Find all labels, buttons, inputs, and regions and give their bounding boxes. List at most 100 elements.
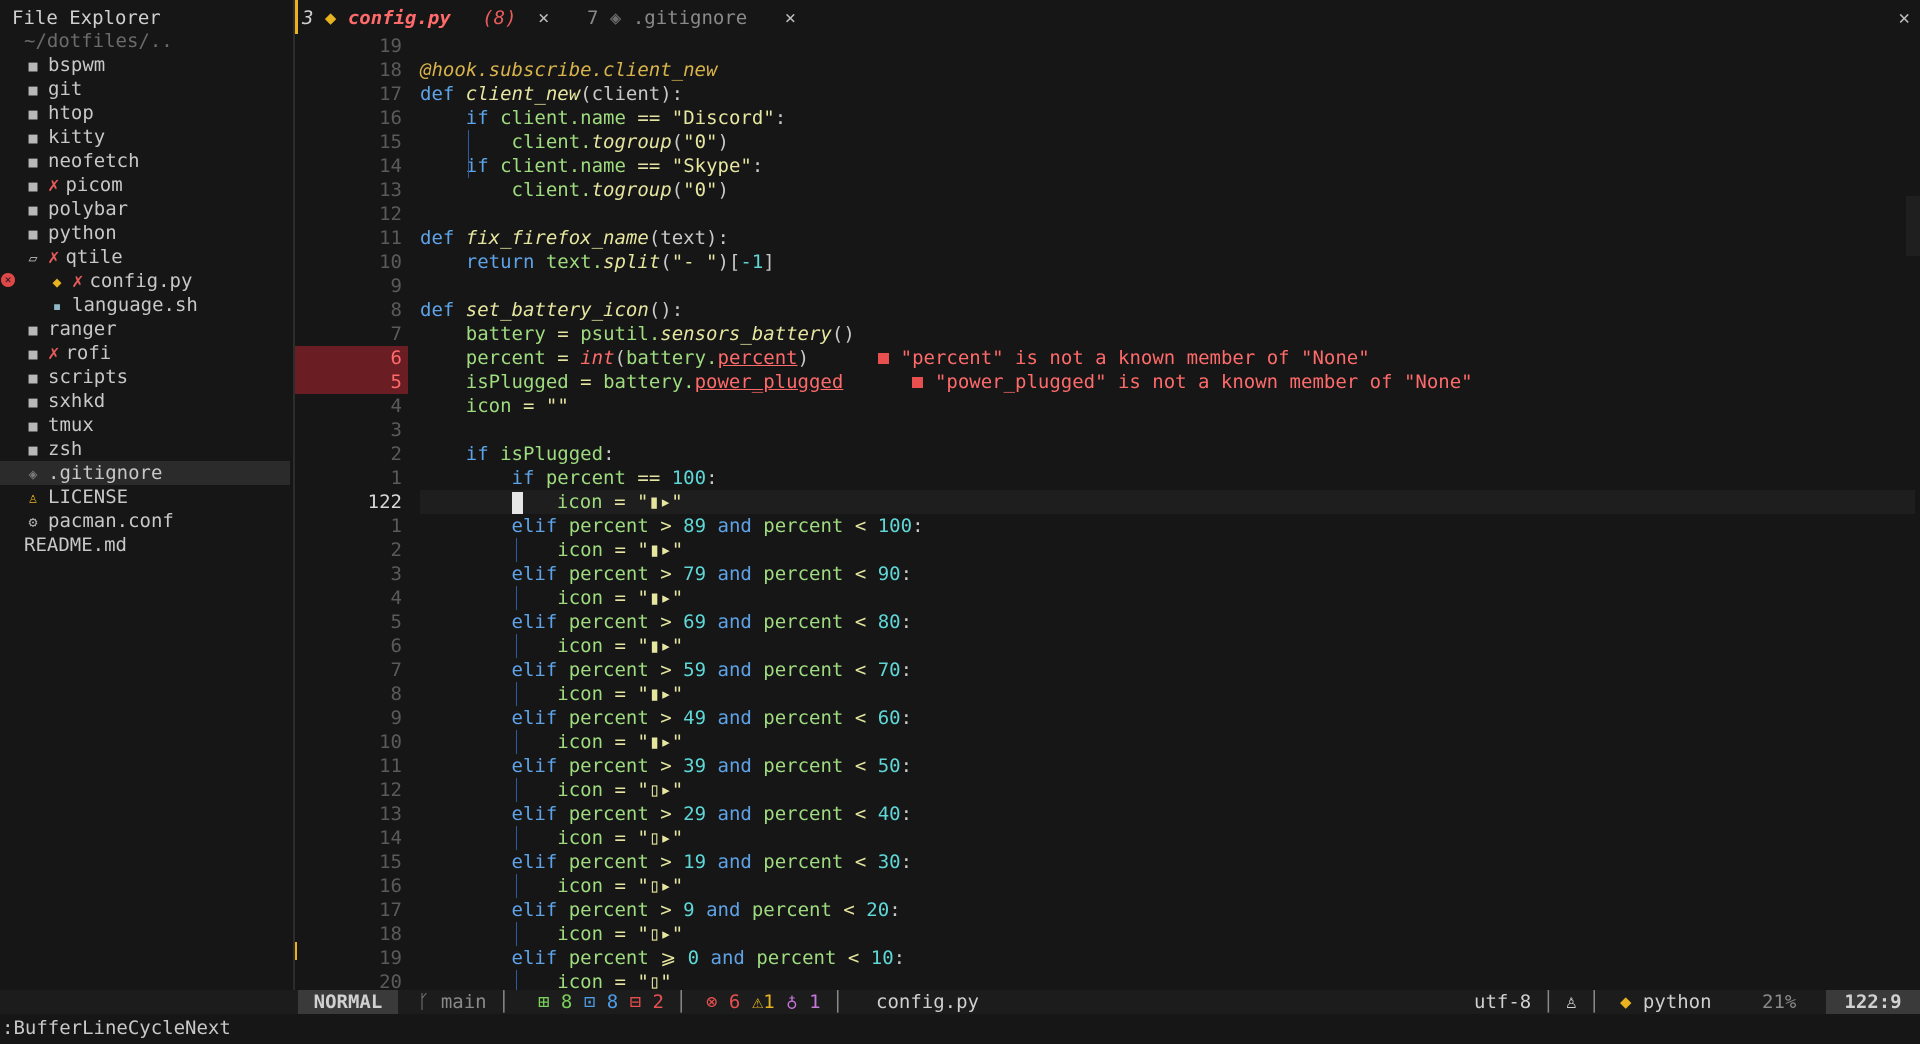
tree-item-zsh[interactable]: ■ zsh: [0, 437, 290, 461]
tree-item-config-py[interactable]: ✕ ◆ ✗ config.py: [0, 269, 290, 293]
code-line: def set_battery_icon():: [420, 299, 684, 321]
tree-item-license[interactable]: ♙ LICENSE: [0, 485, 290, 509]
close-icon[interactable]: ×: [538, 7, 549, 29]
code-line: icon = "▮▸": [557, 635, 684, 657]
scrollbar-thumb[interactable]: [1906, 196, 1920, 256]
code-line: client.togroup("0"): [511, 179, 729, 201]
code-editor[interactable]: 19 18 17 16 15 14 13 12 11 10 9 8 7 6 5 …: [295, 34, 1920, 993]
code-line-error: percent = int(battery.percent) "percent"…: [465, 347, 1370, 369]
git-branch: ᚴ main │: [418, 991, 510, 1013]
line-number: 19: [379, 35, 402, 57]
command-line[interactable]: :BufferLineCycleNext: [0, 1014, 1920, 1044]
tree-item-qtile[interactable]: ▱ ✗ qtile: [0, 245, 290, 269]
folder-open-icon: ▱: [28, 249, 38, 267]
tab-config-py[interactable]: 3 ◆ config.py (8) ×: [295, 0, 549, 34]
line-number: 7: [390, 323, 402, 345]
git-icon: ◈: [609, 7, 622, 29]
file-encoding: utf-8 │ ♙ │: [1474, 991, 1600, 1013]
line-number: 12: [379, 779, 402, 801]
tree-item-pacman-conf[interactable]: ⚙ pacman.conf: [0, 509, 290, 533]
tab-gitignore[interactable]: 7 ◈ .gitignore ×: [587, 0, 796, 34]
python-icon: ◆: [52, 273, 62, 291]
tree-item-picom[interactable]: ■ ✗ picom: [0, 173, 290, 197]
status-filename: config.py: [876, 991, 979, 1013]
folder-icon: ■: [28, 225, 38, 243]
hint-icon: ♁: [786, 991, 798, 1013]
code-line: icon = "": [465, 395, 569, 417]
tree-item-gitignore[interactable]: ◈ .gitignore: [0, 461, 290, 485]
git-removed-icon: ⊟: [629, 991, 642, 1013]
line-number: 2: [390, 539, 402, 561]
line-number: 10: [379, 251, 402, 273]
folder-icon: ■: [28, 321, 38, 339]
indent-guide: [516, 538, 517, 562]
close-icon[interactable]: ×: [785, 7, 796, 29]
code-line: elif percent > 49 and percent < 60:: [511, 707, 913, 729]
indent-guide: [516, 730, 517, 754]
editor-window: File Explorer ~/dotfiles/.. ■ bspwm ■ git …: [0, 0, 1920, 1044]
tree-item-git[interactable]: ■ git: [0, 77, 290, 101]
tree-item-sxhkd[interactable]: ■ sxhkd: [0, 389, 290, 413]
git-conflict-icon: ✗: [48, 342, 60, 364]
line-number: 9: [390, 707, 402, 729]
tree-item-readme[interactable]: README.md: [0, 533, 290, 557]
line-number: 16: [379, 107, 402, 129]
indent-guide: [516, 970, 517, 990]
indent-guide: [468, 130, 469, 178]
code-line: elif percent > 79 and percent < 90:: [511, 563, 913, 585]
error-icon: [877, 353, 889, 364]
tree-item-rofi[interactable]: ■ ✗ rofi: [0, 341, 290, 365]
line-number: 1: [390, 515, 402, 537]
tree-item-ranger[interactable]: ■ ranger: [0, 317, 290, 341]
folder-icon: ■: [28, 201, 38, 219]
code-line: if client.name == "Discord":: [465, 107, 787, 129]
indent-guide: [516, 634, 517, 658]
linux-icon: ♙: [1565, 991, 1578, 1013]
tree-item-htop[interactable]: ■ htop: [0, 101, 290, 125]
line-number: 8: [390, 299, 402, 321]
diagnostic-count: (8): [482, 7, 517, 29]
line-number: 9: [390, 275, 402, 297]
folder-icon: ■: [28, 153, 38, 171]
line-number: 7: [390, 659, 402, 681]
file-tree: ~/dotfiles/.. ■ bspwm ■ git ■ htop ■ kitty ■…: [0, 29, 290, 557]
branch-icon: ᚴ: [418, 991, 430, 1013]
tree-item-neofetch[interactable]: ■ neofetch: [0, 149, 290, 173]
line-number: 13: [379, 179, 402, 201]
line-number: 12: [379, 203, 402, 225]
close-window-icon[interactable]: ✕: [1899, 0, 1910, 36]
folder-icon: ■: [28, 393, 38, 411]
tree-item-language-sh[interactable]: ▪ language.sh: [0, 293, 290, 317]
indent-guide: [516, 682, 517, 706]
line-number: 10: [379, 731, 402, 753]
code-line: client.togroup("0"): [511, 131, 729, 153]
line-number: 15: [379, 851, 402, 873]
code-line: return text.split("- ")[-1]: [465, 251, 775, 273]
line-number: 17: [379, 899, 402, 921]
indent-guide: [516, 922, 517, 946]
explorer-root[interactable]: ~/dotfiles/..: [0, 29, 290, 53]
buffer-tabline: 3 ◆ config.py (8) × 7 ◈ .gitignore × ✕: [295, 0, 1920, 34]
license-icon: ♙: [28, 489, 38, 507]
code-area[interactable]: @hook.subscribe.client_new def client_ne…: [420, 34, 1915, 994]
tree-item-bspwm[interactable]: ■ bspwm: [0, 53, 290, 77]
tree-item-python[interactable]: ■ python: [0, 221, 290, 245]
line-number: 14: [379, 155, 402, 177]
indent-guide: [516, 826, 517, 850]
line-number-error: 6: [295, 346, 408, 370]
tree-item-kitty[interactable]: ■ kitty: [0, 125, 290, 149]
line-number: 15: [379, 131, 402, 153]
tree-item-scripts[interactable]: ■ scripts: [0, 365, 290, 389]
filetype: ◆ python: [1620, 991, 1712, 1013]
folder-icon: ■: [28, 177, 38, 195]
current-line-number: 122: [367, 491, 402, 513]
error-icon: [911, 377, 923, 388]
diagnostics-summary[interactable]: ⊗ 6 ⚠1 ♁ 1 │: [706, 990, 843, 1014]
code-line: icon = "▮▸": [557, 539, 684, 561]
tree-item-tmux[interactable]: ■ tmux: [0, 413, 290, 437]
tree-item-polybar[interactable]: ■ polybar: [0, 197, 290, 221]
line-number: 3: [390, 419, 402, 441]
